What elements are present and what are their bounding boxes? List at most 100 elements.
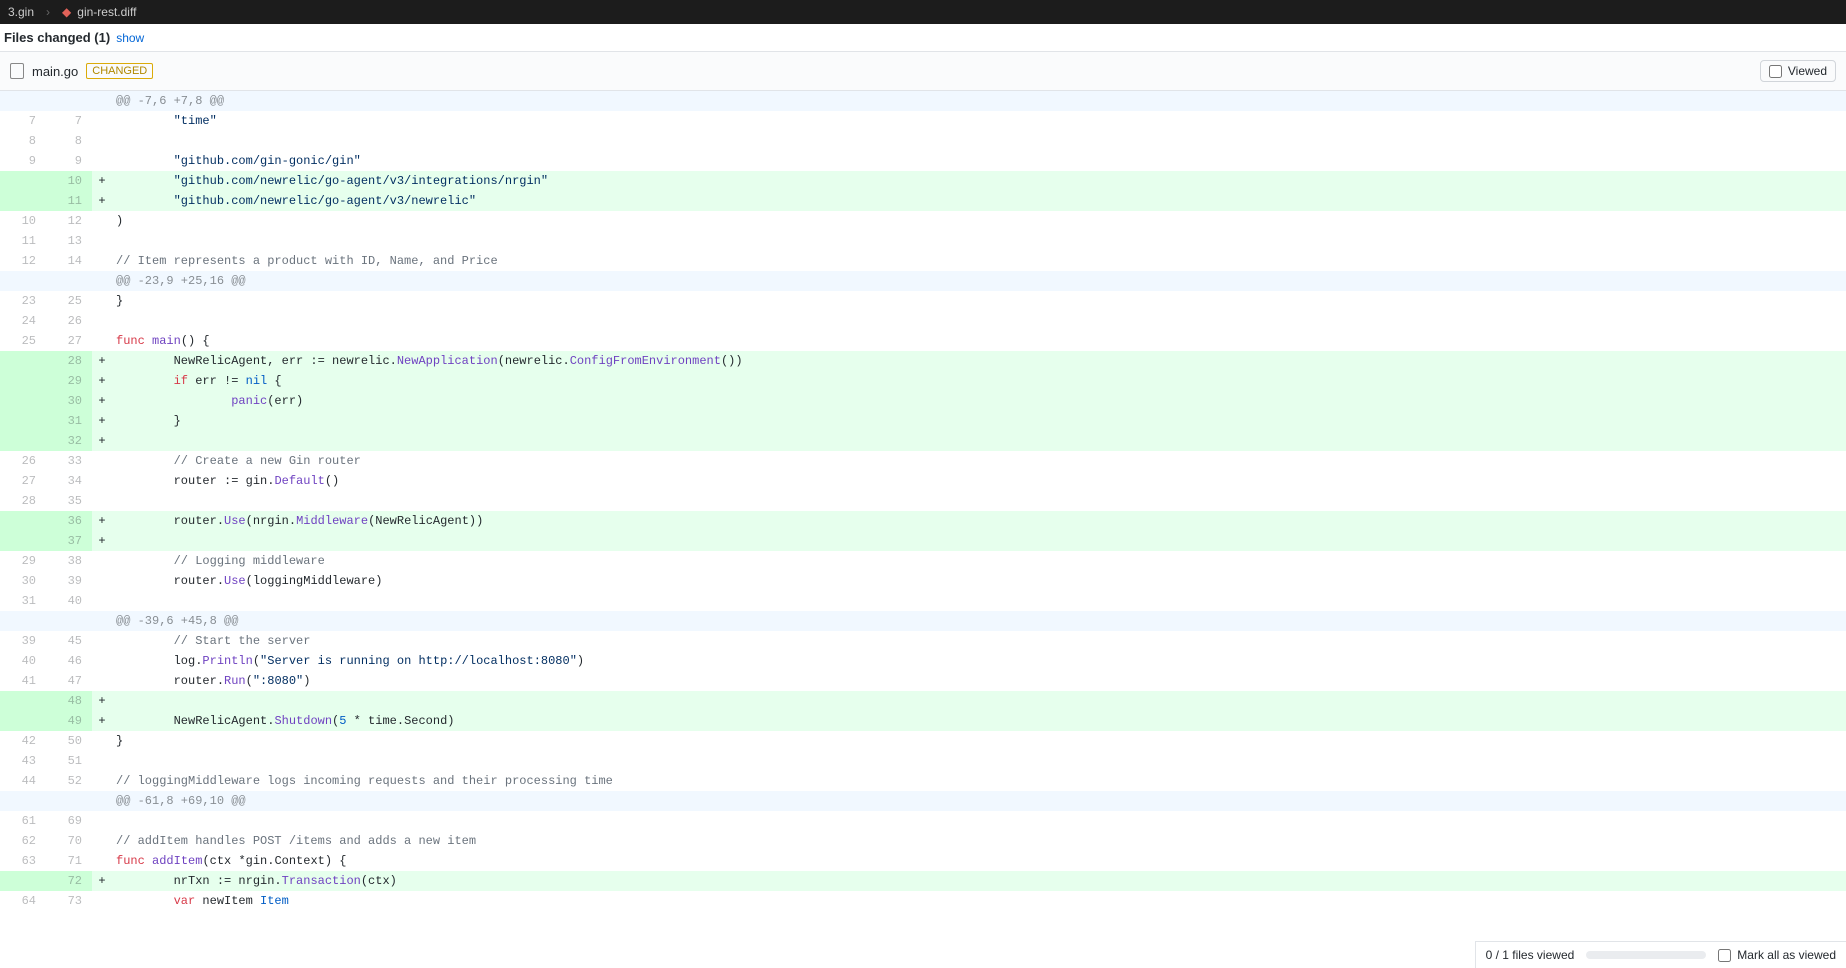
line-number-old[interactable]: 26 (0, 451, 46, 471)
line-number-new[interactable]: 40 (46, 591, 92, 611)
line-number-old[interactable]: 8 (0, 131, 46, 151)
mark-all-viewed[interactable]: Mark all as viewed (1718, 948, 1836, 962)
line-number-old[interactable]: 12 (0, 251, 46, 271)
line-number-new[interactable]: 29 (46, 371, 92, 391)
breadcrumb-item[interactable]: gin-rest.diff (77, 5, 136, 19)
line-number-old[interactable] (0, 371, 46, 391)
line-number-old[interactable] (0, 171, 46, 191)
line-number-old[interactable]: 30 (0, 571, 46, 591)
line-number-new[interactable]: 36 (46, 511, 92, 531)
line-number-new[interactable]: 13 (46, 231, 92, 251)
code-content[interactable] (112, 431, 1846, 451)
code-content[interactable]: @@ -61,8 +69,10 @@ (112, 791, 1846, 811)
code-content[interactable]: func addItem(ctx *gin.Context) { (112, 851, 1846, 871)
code-content[interactable]: @@ -7,6 +7,8 @@ (112, 91, 1846, 111)
line-number-new[interactable]: 31 (46, 411, 92, 431)
line-number-old[interactable]: 23 (0, 291, 46, 311)
breadcrumb-item[interactable]: 3.gin (8, 5, 34, 19)
line-number-new[interactable]: 50 (46, 731, 92, 751)
line-number-new[interactable]: 39 (46, 571, 92, 591)
line-number-new[interactable]: 70 (46, 831, 92, 851)
code-content[interactable]: @@ -39,6 +45,8 @@ (112, 611, 1846, 631)
line-number-new[interactable]: 12 (46, 211, 92, 231)
line-number-new[interactable]: 46 (46, 651, 92, 671)
line-number-new[interactable]: 38 (46, 551, 92, 571)
code-content[interactable]: NewRelicAgent, err := newrelic.NewApplic… (112, 351, 1846, 371)
line-number-old[interactable]: 42 (0, 731, 46, 751)
line-number-new[interactable]: 11 (46, 191, 92, 211)
code-content[interactable]: func main() { (112, 331, 1846, 351)
line-number-new[interactable] (46, 611, 92, 631)
code-content[interactable] (112, 531, 1846, 551)
line-number-old[interactable]: 11 (0, 231, 46, 251)
code-content[interactable]: @@ -23,9 +25,16 @@ (112, 271, 1846, 291)
code-content[interactable]: } (112, 731, 1846, 751)
line-number-old[interactable]: 41 (0, 671, 46, 691)
code-content[interactable]: "github.com/newrelic/go-agent/v3/integra… (112, 171, 1846, 191)
line-number-old[interactable] (0, 511, 46, 531)
line-number-new[interactable]: 49 (46, 711, 92, 731)
line-number-new[interactable]: 25 (46, 291, 92, 311)
code-content[interactable]: log.Println("Server is running on http:/… (112, 651, 1846, 671)
code-content[interactable]: router := gin.Default() (112, 471, 1846, 491)
line-number-new[interactable]: 9 (46, 151, 92, 171)
line-number-old[interactable]: 28 (0, 491, 46, 511)
line-number-old[interactable]: 7 (0, 111, 46, 131)
line-number-old[interactable]: 40 (0, 651, 46, 671)
line-number-new[interactable]: 71 (46, 851, 92, 871)
line-number-old[interactable]: 44 (0, 771, 46, 791)
code-content[interactable]: } (112, 291, 1846, 311)
line-number-old[interactable]: 29 (0, 551, 46, 571)
code-content[interactable] (112, 131, 1846, 151)
line-number-old[interactable]: 63 (0, 851, 46, 871)
line-number-old[interactable] (0, 711, 46, 731)
line-number-old[interactable]: 39 (0, 631, 46, 651)
code-content[interactable]: if err != nil { (112, 371, 1846, 391)
code-content[interactable]: panic(err) (112, 391, 1846, 411)
line-number-new[interactable]: 37 (46, 531, 92, 551)
viewed-checkbox-input[interactable] (1769, 65, 1782, 78)
line-number-old[interactable] (0, 411, 46, 431)
line-number-old[interactable]: 10 (0, 211, 46, 231)
code-content[interactable] (112, 231, 1846, 251)
line-number-new[interactable]: 47 (46, 671, 92, 691)
line-number-new[interactable]: 52 (46, 771, 92, 791)
line-number-new[interactable]: 35 (46, 491, 92, 511)
line-number-new[interactable]: 7 (46, 111, 92, 131)
code-content[interactable] (112, 591, 1846, 611)
code-content[interactable]: "github.com/newrelic/go-agent/v3/newreli… (112, 191, 1846, 211)
line-number-old[interactable]: 64 (0, 891, 46, 911)
line-number-old[interactable] (0, 791, 46, 811)
line-number-old[interactable] (0, 871, 46, 891)
code-content[interactable]: router.Use(nrgin.Middleware(NewRelicAgen… (112, 511, 1846, 531)
code-content[interactable]: // addItem handles POST /items and adds … (112, 831, 1846, 851)
code-content[interactable]: // loggingMiddleware logs incoming reque… (112, 771, 1846, 791)
line-number-old[interactable]: 25 (0, 331, 46, 351)
line-number-new[interactable]: 72 (46, 871, 92, 891)
line-number-new[interactable] (46, 271, 92, 291)
line-number-new[interactable] (46, 91, 92, 111)
line-number-old[interactable] (0, 271, 46, 291)
code-content[interactable]: "time" (112, 111, 1846, 131)
line-number-new[interactable]: 30 (46, 391, 92, 411)
code-content[interactable]: router.Run(":8080") (112, 671, 1846, 691)
code-content[interactable] (112, 751, 1846, 771)
line-number-new[interactable]: 14 (46, 251, 92, 271)
line-number-old[interactable] (0, 391, 46, 411)
line-number-old[interactable]: 31 (0, 591, 46, 611)
line-number-new[interactable]: 34 (46, 471, 92, 491)
line-number-old[interactable]: 27 (0, 471, 46, 491)
line-number-old[interactable] (0, 691, 46, 711)
line-number-new[interactable]: 45 (46, 631, 92, 651)
line-number-old[interactable]: 62 (0, 831, 46, 851)
line-number-new[interactable]: 51 (46, 751, 92, 771)
line-number-new[interactable]: 28 (46, 351, 92, 371)
filename[interactable]: main.go (32, 64, 78, 79)
code-content[interactable]: // Logging middleware (112, 551, 1846, 571)
line-number-new[interactable]: 48 (46, 691, 92, 711)
line-number-old[interactable]: 61 (0, 811, 46, 831)
line-number-old[interactable]: 24 (0, 311, 46, 331)
code-content[interactable]: // Item represents a product with ID, Na… (112, 251, 1846, 271)
code-content[interactable]: nrTxn := nrgin.Transaction(ctx) (112, 871, 1846, 891)
line-number-old[interactable] (0, 611, 46, 631)
